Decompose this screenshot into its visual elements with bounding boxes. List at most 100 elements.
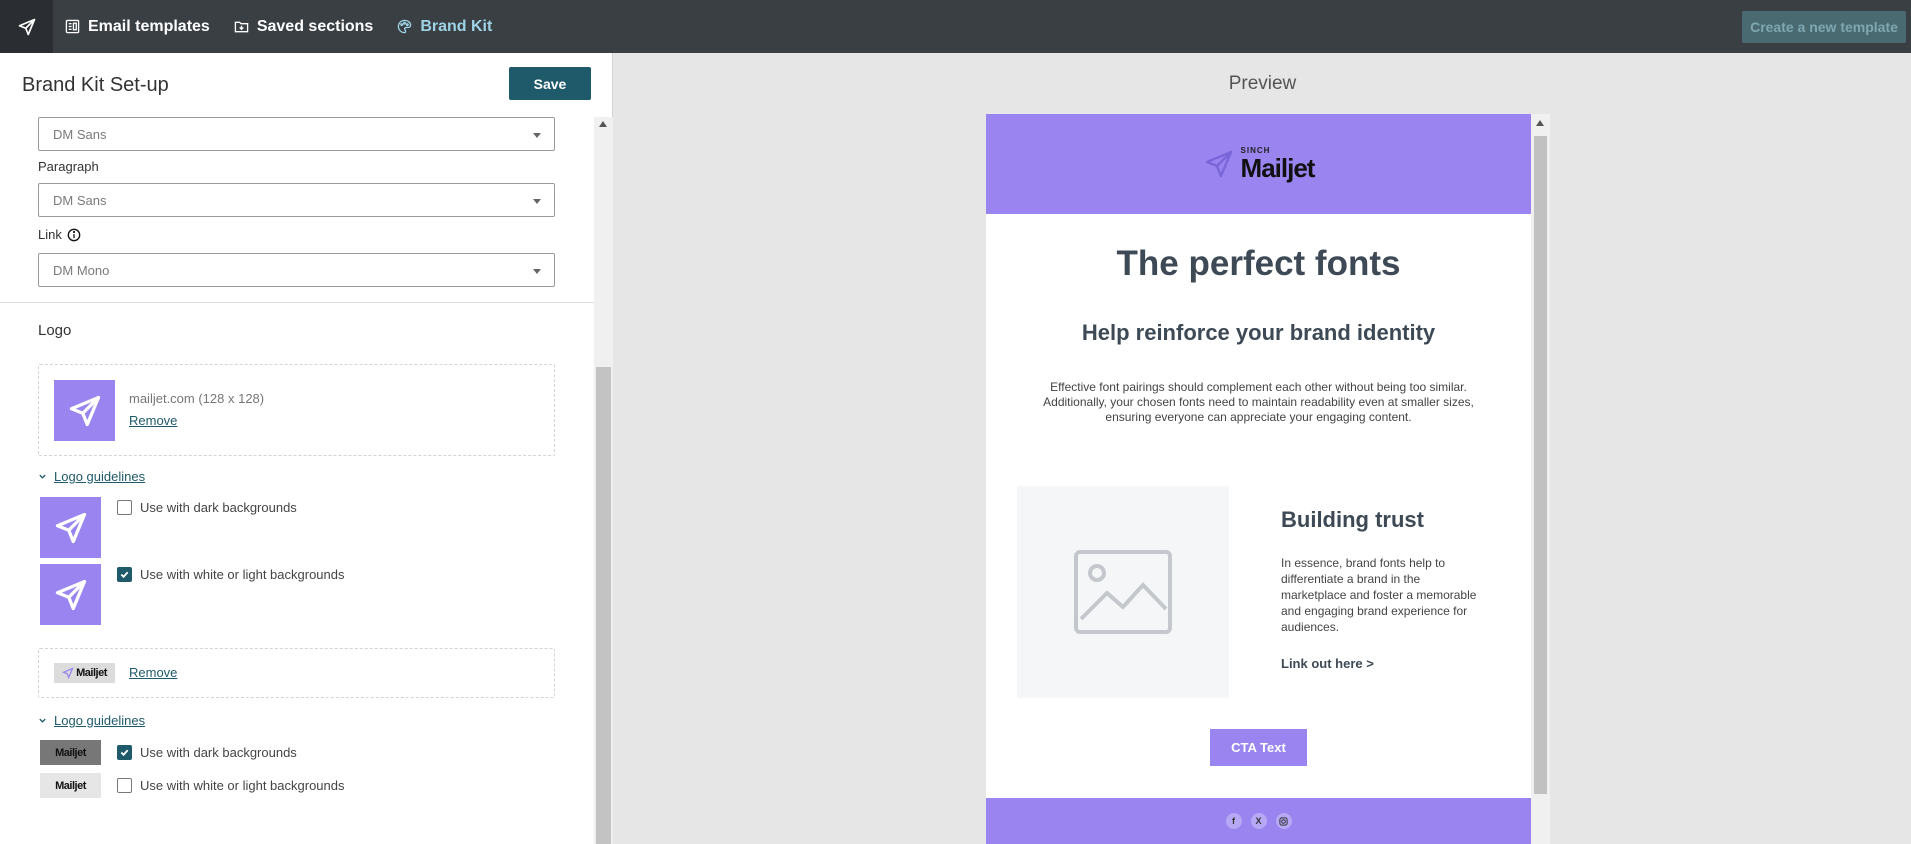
logo-section-title: Logo — [38, 322, 72, 339]
preview-pane: Preview SINCH Mailjet The perfect fonts … — [614, 53, 1911, 844]
nav-label: Saved sections — [256, 17, 374, 35]
instagram-icon[interactable] — [1275, 813, 1292, 829]
palette-icon — [397, 19, 412, 34]
select-value: DM Sans — [53, 127, 107, 142]
x-icon[interactable]: X — [1250, 813, 1267, 829]
info-icon[interactable] — [67, 228, 81, 242]
light-background-checkbox[interactable] — [117, 778, 132, 793]
email-heading: The perfect fonts — [1116, 244, 1401, 283]
chevron-down-icon — [533, 133, 541, 138]
top-navigation-bar: Email templates Saved sections Brand Kit… — [0, 0, 1911, 53]
home-logo-button[interactable] — [0, 0, 53, 53]
save-button[interactable]: Save — [509, 67, 591, 100]
chevron-down-icon — [38, 472, 47, 481]
saved-sections-icon — [234, 19, 249, 34]
paper-plane-icon — [55, 579, 86, 610]
link-label: Link — [38, 227, 62, 242]
guideline-row: Use with white or light backgrounds — [40, 564, 345, 625]
chevron-down-icon — [533, 199, 541, 204]
checkbox-label: Use with dark backgrounds — [140, 745, 297, 760]
light-background-checkbox[interactable] — [117, 567, 132, 582]
guideline-row: Mailjet Use with dark backgrounds — [40, 740, 297, 765]
logo-preview-dark: Mailjet — [40, 740, 101, 765]
logo-card-1: mailjet.com (128 x 128) Remove — [38, 364, 555, 456]
remove-logo-link[interactable]: Remove — [129, 413, 177, 428]
brand-name: Mailjet — [1240, 153, 1316, 183]
email-paragraph: Effective font pairings should complemen… — [1043, 380, 1474, 424]
dark-background-checkbox[interactable] — [117, 500, 132, 515]
email-header: SINCH Mailjet — [986, 114, 1531, 214]
logo-card-2: Mailjet Remove — [38, 648, 555, 698]
section-title: Building trust — [1281, 507, 1424, 532]
template-icon — [65, 19, 80, 34]
nav-saved-sections[interactable]: Saved sections — [222, 0, 386, 53]
email-footer: f X — [986, 798, 1531, 844]
select-value: DM Mono — [53, 263, 110, 278]
panel-scrollbar[interactable] — [594, 117, 613, 844]
checkmark-icon — [120, 749, 129, 757]
paper-plane-icon — [1205, 150, 1232, 178]
scroll-up-icon[interactable] — [1536, 120, 1544, 126]
mailjet-logo: SINCH Mailjet — [1203, 147, 1315, 181]
link-out[interactable]: Link out here > — [1281, 656, 1374, 671]
dark-background-checkbox[interactable] — [117, 745, 132, 760]
logo-preview — [40, 497, 101, 558]
email-preview: SINCH Mailjet The perfect fonts Help rei… — [986, 114, 1531, 844]
brand-wordmark: SINCH Mailjet — [1240, 147, 1316, 183]
paper-plane-icon — [18, 18, 35, 35]
paper-plane-icon — [69, 395, 100, 426]
dark-bg-option: Use with dark backgrounds — [117, 500, 297, 515]
heading-font-select[interactable]: DM Sans — [38, 117, 555, 151]
section-text: In essence, brand fonts help to differen… — [1281, 556, 1477, 634]
logo-guidelines-toggle[interactable]: Logo guidelines — [38, 469, 145, 484]
chevron-down-icon — [38, 716, 47, 725]
checkbox-label: Use with white or light backgrounds — [140, 778, 345, 793]
section-divider — [0, 302, 594, 303]
logo-meta: mailjet.com (128 x 128) — [129, 391, 265, 406]
wordmark-text: Mailjet — [55, 779, 86, 792]
logo-guidelines-label: Logo guidelines — [54, 469, 146, 484]
scrollbar-thumb[interactable] — [596, 367, 611, 844]
paper-plane-icon — [62, 667, 74, 679]
link-label-row: Link — [38, 227, 81, 242]
checkbox-label: Use with white or light backgrounds — [140, 567, 345, 582]
logo-preview — [40, 564, 101, 625]
preview-scrollbar[interactable] — [1531, 114, 1550, 844]
scroll-up-icon[interactable] — [599, 121, 607, 127]
cta-button[interactable]: CTA Text — [1210, 729, 1307, 766]
image-icon — [1074, 550, 1172, 634]
logo-preview-light: Mailjet — [40, 773, 101, 798]
email-subheading: Help reinforce your brand identity — [1081, 320, 1436, 345]
preview-title: Preview — [1228, 73, 1297, 94]
wordmark-text: Mailjet — [76, 667, 107, 679]
scrollbar-thumb[interactable] — [1534, 136, 1547, 794]
logo-guidelines-label: Logo guidelines — [54, 713, 146, 728]
nav-brand-kit[interactable]: Brand Kit — [385, 0, 504, 53]
mailjet-wordmark-thumbnail: Mailjet — [54, 663, 115, 683]
create-new-template-button[interactable]: Create a new template — [1742, 11, 1906, 43]
checkbox-label: Use with dark backgrounds — [140, 500, 297, 515]
checkmark-icon — [120, 571, 129, 579]
facebook-icon[interactable]: f — [1225, 813, 1242, 829]
panel-title: Brand Kit Set-up — [22, 74, 169, 96]
remove-logo-link[interactable]: Remove — [129, 665, 177, 680]
paragraph-label: Paragraph — [38, 159, 99, 174]
light-bg-option: Use with white or light backgrounds — [117, 567, 345, 582]
paper-plane-icon — [55, 512, 86, 543]
wordmark-text: Mailjet — [55, 746, 86, 759]
light-bg-option: Use with white or light backgrounds — [117, 778, 345, 793]
nav-label: Email templates — [88, 17, 210, 35]
nav-email-templates[interactable]: Email templates — [53, 0, 222, 53]
image-placeholder — [1017, 486, 1229, 698]
panel-scroll-area: DM Sans Paragraph DM Sans Link DM Mono L… — [0, 117, 594, 844]
chevron-down-icon — [533, 269, 541, 274]
guideline-row: Mailjet Use with white or light backgrou… — [40, 773, 345, 798]
link-font-select[interactable]: DM Mono — [38, 253, 555, 287]
logo-guidelines-toggle[interactable]: Logo guidelines — [38, 713, 145, 728]
panel-header: Brand Kit Set-up Save — [0, 53, 613, 117]
paragraph-font-select[interactable]: DM Sans — [38, 183, 555, 217]
guideline-row: Use with dark backgrounds — [40, 497, 297, 558]
select-value: DM Sans — [53, 193, 107, 208]
dark-bg-option: Use with dark backgrounds — [117, 745, 297, 760]
logo-thumbnail — [54, 380, 115, 441]
